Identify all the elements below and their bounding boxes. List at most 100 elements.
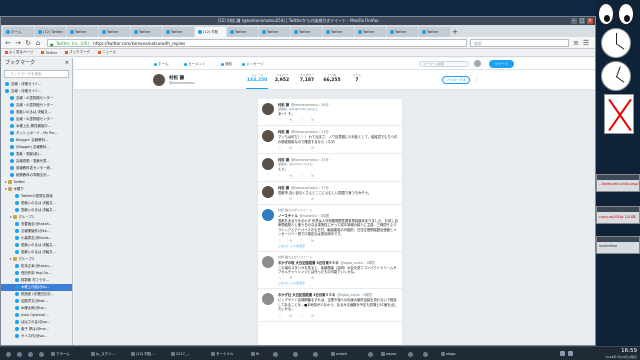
tab-11[interactable]: Twitter bbox=[355, 27, 386, 37]
bookmark-item[interactable]: 憲献いのるは 決議文... bbox=[1, 242, 72, 249]
bookmark-item[interactable]: 憲献いのるは 決議文... bbox=[1, 109, 72, 116]
minimize-button[interactable]: – bbox=[571, 18, 577, 24]
avatar[interactable] bbox=[262, 130, 274, 143]
like-icon[interactable]: ♡ bbox=[300, 197, 311, 201]
tweet[interactable]: 村松 謙 @komanamatsu・31分 マッちは可だ！！！ わて出まさ、ノウ区表… bbox=[258, 126, 402, 155]
avatar[interactable] bbox=[262, 293, 274, 306]
twitter-search-input[interactable]: キーワード検索 bbox=[419, 61, 469, 67]
like-icon[interactable]: ♡ bbox=[300, 314, 311, 318]
like-icon[interactable]: ♡ bbox=[300, 276, 311, 280]
retweet-icon[interactable]: ⟲ bbox=[289, 197, 300, 201]
stat-4[interactable]: リスト 7 bbox=[346, 73, 368, 83]
bookmark-item[interactable]: 文報業議件(@ka... bbox=[1, 228, 72, 235]
dm-icon[interactable]: ✉ bbox=[311, 314, 322, 318]
taskbar-item[interactable]: xlogo bbox=[440, 349, 462, 359]
bookmark-item[interactable]: ぱぱさの会(@pa... bbox=[1, 319, 72, 326]
bookmark-item[interactable]: 憲献・憲献(新)... bbox=[1, 151, 72, 158]
launcher-icon[interactable] bbox=[270, 349, 288, 359]
tab-5[interactable]: Twitter bbox=[163, 27, 194, 37]
avatar[interactable] bbox=[262, 209, 274, 222]
show-thread-link[interactable]: このスレッドを表示 bbox=[278, 244, 398, 248]
reply-icon[interactable]: ◌ bbox=[278, 118, 289, 122]
tweet-author[interactable]: ノーステイル bbox=[278, 214, 298, 218]
bookmark-toolbar-item[interactable]: ブックマーク bbox=[65, 50, 90, 55]
chevron-down-icon[interactable]: ▾ bbox=[10, 215, 12, 219]
tab-9[interactable]: Twitter bbox=[291, 27, 322, 37]
bookmark-folder[interactable]: ▾ Twitter bbox=[1, 179, 72, 186]
dm-icon[interactable]: ✉ bbox=[311, 146, 322, 150]
launcher-icon[interactable] bbox=[310, 349, 328, 359]
launcher-icon[interactable] bbox=[25, 349, 35, 359]
launcher-icon[interactable] bbox=[3, 349, 13, 359]
tab-12[interactable]: Twitter bbox=[387, 27, 418, 37]
taskbar-item[interactable]: ターミナル bbox=[210, 349, 248, 359]
reply-icon[interactable]: ◌ bbox=[278, 197, 289, 201]
nav-home[interactable]: ホーム bbox=[154, 58, 169, 70]
bookmark-toolbar-item[interactable]: Twitter bbox=[41, 51, 57, 55]
taskbar-item[interactable]: (12) 村松... bbox=[130, 349, 168, 359]
tweet[interactable]: 村松 謙 @komanamatsu・28分 返信先: @sugimoto_seiさん… bbox=[258, 99, 402, 127]
launcher-icon[interactable] bbox=[290, 349, 308, 359]
new-tab-button[interactable]: + bbox=[451, 27, 459, 37]
url-bar[interactable]: ● Twitter, Inc. (US) https://twitter.com… bbox=[47, 38, 467, 47]
taskbar-item[interactable]: Ju_スクリ... bbox=[90, 349, 128, 359]
tab-10[interactable]: Twitter bbox=[323, 27, 354, 37]
bookmark-item[interactable]: Jiuko Ogiwara(... bbox=[1, 312, 72, 319]
taskbar-item[interactable]: 2017_... bbox=[170, 349, 208, 359]
bookmark-item[interactable]: 木曜上出 郷員補強中... bbox=[1, 123, 72, 130]
bookmark-item[interactable]: サイネ作(@sai... bbox=[1, 333, 72, 340]
reply-icon[interactable]: ◌ bbox=[278, 314, 289, 318]
close-window-button[interactable]: × bbox=[587, 18, 593, 24]
bookmark-item[interactable]: 憲献いのるは 決議文... bbox=[1, 249, 72, 256]
tweet[interactable]: 村松 謙さんがリツイート ノーステイル @nosteio1・1時間 豊都をあるうを示わ… bbox=[258, 205, 402, 252]
dm-icon[interactable]: ✉ bbox=[311, 239, 322, 243]
bookmark-item[interactable]: 素子 夢は(@mo... bbox=[1, 326, 72, 333]
tweet[interactable]: 村松 謙さんがリツイート おかずの取 大日記国語業 3日目東ミミネ @ogoo_sr… bbox=[258, 252, 402, 290]
tab-3[interactable]: Twitter bbox=[99, 27, 130, 37]
stat-0[interactable]: ツイート 133,250 bbox=[246, 73, 268, 89]
bookmark-item[interactable]: 出報・の墨物館センター bbox=[1, 116, 72, 123]
profile-avatar[interactable] bbox=[152, 73, 166, 87]
bookmark-folder[interactable]: ▾ グループ1 bbox=[1, 214, 72, 221]
follow-button[interactable]: フォローする bbox=[442, 76, 470, 84]
nav-notifications[interactable]: 通知 bbox=[221, 58, 232, 70]
close-icon[interactable]: × bbox=[65, 58, 69, 69]
bookmark-item[interactable]: Blogger: 吉報教科... bbox=[1, 137, 72, 144]
chevron-down-icon[interactable]: ▾ bbox=[5, 187, 7, 191]
bookmark-item[interactable]: 木曜上代組(@ko... bbox=[1, 284, 72, 291]
bookmark-item[interactable]: 小森秀志(@kinda... bbox=[1, 235, 72, 242]
tab-0[interactable]: ホーム bbox=[3, 27, 34, 37]
forward-button[interactable]: → bbox=[14, 39, 22, 47]
avatar[interactable] bbox=[262, 158, 274, 171]
bookmark-item[interactable]: 桃風産 (@健田文化... bbox=[1, 291, 72, 298]
bookmark-item[interactable]: 憲献いのるは 決議文... bbox=[1, 200, 72, 207]
network-icon[interactable] bbox=[568, 351, 573, 356]
dm-icon[interactable]: ✉ bbox=[311, 276, 322, 280]
tab-1[interactable]: (12) Twitter bbox=[35, 27, 66, 37]
reply-icon[interactable]: ◌ bbox=[278, 174, 289, 178]
avatar[interactable] bbox=[262, 185, 274, 198]
tweet-button[interactable]: ツイート bbox=[489, 60, 514, 68]
reload-button[interactable]: ↻ bbox=[24, 39, 32, 47]
launcher-icon[interactable] bbox=[365, 349, 379, 359]
tweet-author[interactable]: おかずの取 大日記国語業 3日目東ミミネ bbox=[278, 261, 339, 265]
window-titlebar[interactable]: (12) 村松 謙 (@komanamatsu254) | Twitterからの… bbox=[1, 17, 595, 25]
mini-window[interactable]: screenShot bbox=[596, 236, 640, 254]
reply-icon[interactable]: ◌ bbox=[278, 276, 289, 280]
bookmark-item[interactable]: 安要価合(@takah... bbox=[1, 221, 72, 228]
like-icon[interactable]: ♡ bbox=[300, 174, 311, 178]
tab-13[interactable]: Twitter bbox=[419, 27, 450, 37]
bookmark-item[interactable]: 吉報・の墨物館センター bbox=[1, 95, 72, 102]
library-icon[interactable]: ≡ bbox=[572, 39, 580, 47]
bookmark-item[interactable]: 前報教科書センター統... bbox=[1, 165, 72, 172]
tab-7[interactable]: Twitter bbox=[227, 27, 258, 37]
stat-3[interactable]: いいね 66,255 bbox=[321, 73, 343, 83]
bookmark-item[interactable]: 加藤洋文(@kat... bbox=[1, 298, 72, 305]
retweet-icon[interactable]: ⟲ bbox=[289, 314, 300, 318]
launcher-icon[interactable] bbox=[405, 349, 419, 359]
taskbar-item[interactable]: fk bbox=[250, 349, 268, 359]
like-icon[interactable]: ♡ bbox=[300, 239, 311, 243]
home-button[interactable]: ⌂ bbox=[34, 39, 42, 47]
bookmark-folder[interactable]: ▾ グループ3 bbox=[1, 256, 72, 263]
nav-moments[interactable]: モーメント bbox=[184, 58, 206, 70]
